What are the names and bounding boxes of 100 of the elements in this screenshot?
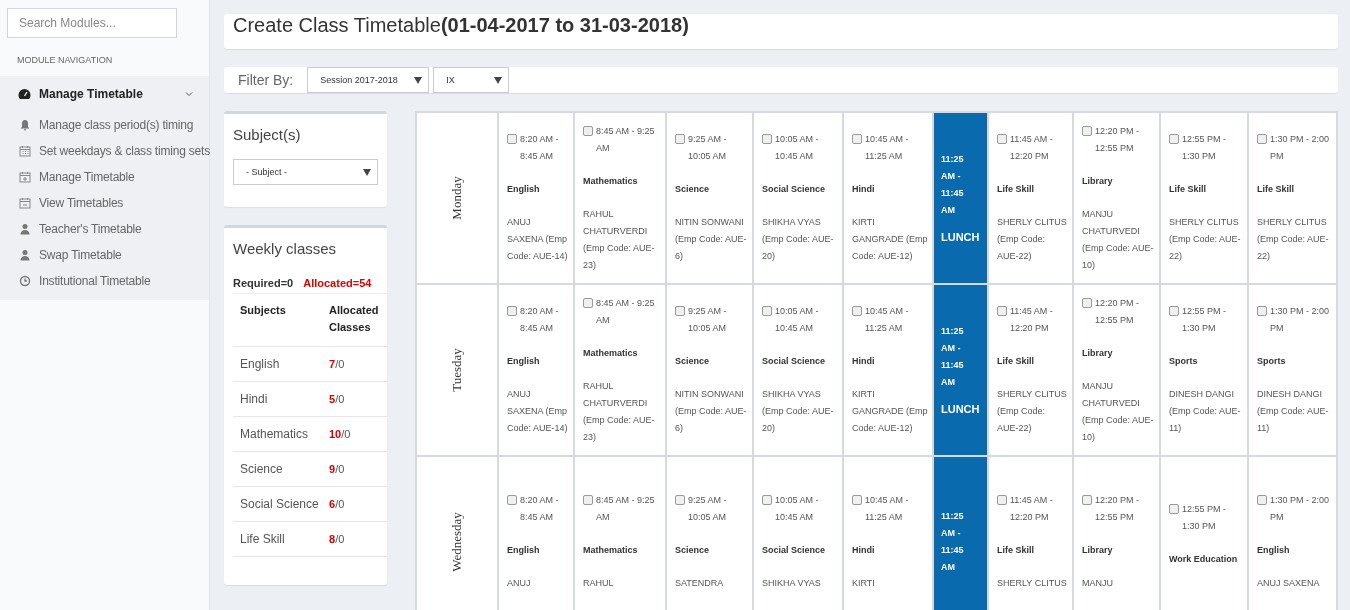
checkbox[interactable] (1169, 134, 1179, 144)
dashboard-icon (18, 88, 31, 100)
day-label: Tuesday (449, 348, 465, 392)
period-time: 1:30 PM - 2:00 PM (1270, 133, 1331, 163)
break-time: 11:25 AM - 11:45 AM (941, 510, 965, 574)
subject-select[interactable]: - Subject - (233, 159, 378, 185)
teacher-name: DINESH DANGI (Emp Code: AUE-11) (1257, 388, 1330, 435)
checkbox[interactable] (1169, 306, 1179, 316)
checkbox[interactable] (507, 495, 517, 505)
count-cell-text: 8/0 (329, 533, 346, 545)
checkbox[interactable] (507, 134, 517, 144)
teacher-name: SHERLY CLITUS (Emp Code: AUE-22) (997, 216, 1068, 263)
period-time: 12:55 PM - 1:30 PM (1182, 133, 1228, 163)
subject-name: Life Skill (1257, 183, 1295, 196)
nav-item[interactable]: Teacher's Timetable (0, 216, 209, 242)
checkbox[interactable] (762, 134, 772, 144)
teacher-name: SHIKHA VYAS (762, 577, 822, 590)
checkbox[interactable] (1257, 306, 1267, 316)
subject-name: English (1257, 544, 1291, 557)
class-select[interactable]: IX (433, 67, 510, 93)
teacher-name: MANJU CHATURVEDI (Emp Code: AUE-10) (1082, 379, 1155, 444)
sidebar-heading: MODULE NAVIGATION (16, 54, 114, 67)
subject-name: Mathematics (583, 544, 639, 557)
teacher-name: RAHUL CHATURVERDI (Emp Code: AUE-23) (583, 207, 656, 272)
count-cell-text: 6/0 (329, 498, 346, 510)
break-time: 11:25 AM - 11:45 AM (941, 324, 965, 389)
nav-group-header[interactable]: Manage Timetable (0, 76, 209, 112)
checkbox[interactable] (1257, 134, 1267, 144)
checkbox[interactable] (507, 306, 517, 316)
checkbox[interactable] (762, 306, 772, 316)
checkbox[interactable] (997, 306, 1007, 316)
period-time: 8:45 AM - 9:25 AM (596, 124, 656, 155)
checkbox[interactable] (675, 134, 685, 144)
subject-name: Library (1082, 544, 1114, 557)
teacher-name: MANJU CHATURVEDI (Emp Code: AUE-10) (1082, 207, 1155, 272)
column-header: Subjects (240, 303, 287, 318)
period-time: 8:45 AM - 9:25 AM (596, 494, 656, 524)
period-time: 10:05 AM - 10:45 AM (775, 494, 820, 524)
nav-item[interactable]: Manage class period(s) timing (0, 112, 209, 138)
checkbox[interactable] (997, 134, 1007, 144)
period-time: 8:45 AM - 9:25 AM (596, 296, 656, 327)
session-select[interactable]: Session 2017-2018 (307, 67, 430, 93)
period-time: 11:45 AM - 12:20 PM (1010, 494, 1054, 524)
subject-name: Science (675, 183, 711, 196)
period-time: 10:45 AM - 11:25 AM (865, 494, 910, 524)
teacher-name: ANUJ SAXENA (Emp Code: AUE-14) (507, 216, 569, 263)
caret-icon (363, 168, 371, 176)
checkbox[interactable] (997, 495, 1007, 505)
subject-name: Work Education (1169, 552, 1239, 566)
teacher-name: ANUJ (507, 577, 532, 590)
checkbox[interactable] (1257, 495, 1267, 505)
subject-name: English (507, 544, 541, 557)
period-time: 8:20 AM - 8:45 AM (520, 494, 560, 524)
clock-icon (19, 275, 31, 287)
teacher-name: RAHUL (583, 577, 615, 590)
subject-name: Sports (1257, 355, 1287, 368)
checkbox[interactable] (1082, 495, 1092, 505)
checkbox[interactable] (675, 306, 685, 316)
subject-name: English (507, 183, 541, 196)
teacher-name: ANUJ SAXENA (1257, 577, 1321, 590)
period-time: 9:25 AM - 10:05 AM (688, 305, 728, 335)
nav-item[interactable]: Set weekdays & class timing sets (0, 138, 209, 164)
checkbox[interactable] (762, 495, 772, 505)
checkbox[interactable] (675, 495, 685, 505)
period-time: 1:30 PM - 2:00 PM (1270, 494, 1331, 524)
checkbox[interactable] (1082, 125, 1092, 136)
subject-name: Life Skill (997, 544, 1035, 557)
search-field[interactable]: Search Modules... (7, 8, 177, 38)
period-time: 12:55 PM - 1:30 PM (1182, 305, 1228, 335)
checkbox[interactable] (583, 125, 593, 136)
checkbox[interactable] (852, 134, 862, 144)
period-time: 12:20 PM - 12:55 PM (1095, 124, 1141, 155)
checkbox[interactable] (583, 297, 593, 308)
user-icon (19, 223, 31, 235)
checkbox[interactable] (583, 495, 593, 505)
subject-name: Hindi (852, 183, 876, 196)
day-label: Wednesday (449, 512, 465, 572)
checkbox[interactable] (852, 495, 862, 505)
count-cell-text: 10/0 (329, 428, 352, 440)
subject-name: Social Science (762, 355, 827, 368)
teacher-name: KIRTI GANGRADE (Emp Code: AUE-12) (852, 388, 928, 435)
checkbox[interactable] (1082, 297, 1092, 308)
card-title: Weekly classes (232, 239, 338, 257)
nav-item[interactable]: Institutional Timetable (0, 268, 209, 294)
teacher-name: MANJU (1082, 577, 1114, 590)
count-cell-text: 7/0 (329, 358, 346, 370)
user-icon (19, 249, 31, 261)
nav-item[interactable]: View Timetables (0, 190, 209, 216)
break-label: LUNCH (941, 229, 977, 245)
period-time: 10:05 AM - 10:45 AM (775, 305, 820, 335)
calendar-minus-icon (19, 197, 31, 209)
nav-item[interactable]: Swap Timetable (0, 242, 209, 268)
page-title: Create Class Timetable(01-04-2017 to 31-03-2018) (233, 14, 689, 37)
caret-icon (414, 76, 423, 84)
checkbox[interactable] (852, 306, 862, 316)
checkbox[interactable] (1169, 503, 1179, 514)
break-label: LUNCH (941, 401, 977, 417)
card-title: Subject(s) (232, 125, 302, 143)
nav-item[interactable]: Manage Timetable (0, 164, 209, 190)
teacher-name: SHIKHA VYAS (Emp Code: AUE-20) (762, 216, 835, 263)
